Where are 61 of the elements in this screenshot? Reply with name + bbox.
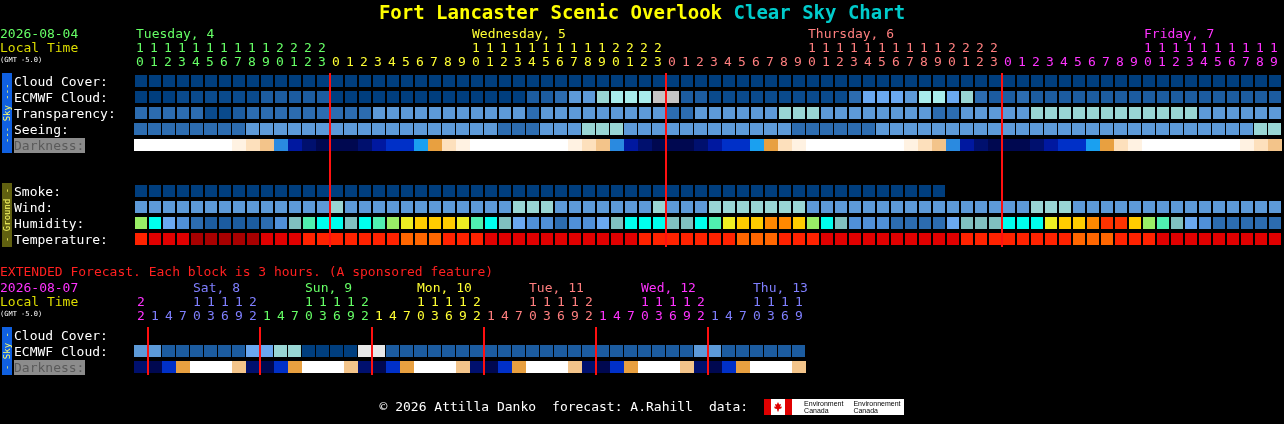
hour-units: 14703692 bbox=[375, 309, 487, 323]
local-time-label: Local Time bbox=[0, 41, 80, 55]
row-label: Smoke: bbox=[14, 183, 61, 199]
hour-tens: 11112 bbox=[305, 295, 375, 309]
sky-sidebar: - Sky - bbox=[2, 327, 12, 375]
row-label: ECMWF Cloud: bbox=[14, 89, 108, 105]
chart-title: Fort Lancaster Scenic Overlook bbox=[378, 1, 723, 23]
row-label: Cloud Cover: bbox=[14, 73, 108, 89]
day-label: Thursday, 6 bbox=[808, 27, 896, 41]
day-label: Sun, 9 bbox=[305, 281, 353, 295]
hour-tens: 1111111111 bbox=[1144, 41, 1284, 55]
chart-subtitle: Clear Sky Chart bbox=[733, 1, 906, 23]
hour-units: 14703692 bbox=[263, 309, 375, 323]
row-label: Transparency: bbox=[14, 105, 116, 121]
hour-tens: 11112 bbox=[529, 295, 599, 309]
midnight-line bbox=[707, 327, 709, 375]
hour-tens: 11111111112222 bbox=[472, 41, 668, 55]
hour-units: 1470369 bbox=[711, 309, 809, 323]
day-label: Wed, 12 bbox=[641, 281, 697, 295]
sky-sidebar: --- Sky --- bbox=[2, 73, 12, 153]
day-label: Wednesday, 5 bbox=[472, 27, 567, 41]
hour-tens: 11112 bbox=[417, 295, 487, 309]
hour-units: 01234567890123456789 bbox=[1004, 55, 1284, 69]
date-label: 2026-08-07 bbox=[0, 281, 80, 295]
day-label: Sat, 8 bbox=[193, 281, 241, 295]
hour-tens: 11111111112222 bbox=[808, 41, 1004, 55]
hour-tens: 11112 bbox=[193, 295, 263, 309]
row-label: Temperature: bbox=[14, 231, 108, 247]
row-label: ECMWF Cloud: bbox=[14, 343, 108, 359]
midnight-line bbox=[147, 327, 149, 375]
ground-sidebar: - Ground - bbox=[2, 183, 12, 247]
midnight-line bbox=[483, 327, 485, 375]
row-label: Wind: bbox=[14, 199, 54, 215]
day-label: Mon, 10 bbox=[417, 281, 473, 295]
copyright-text: © 2026 Attilla Danko bbox=[379, 399, 537, 415]
date-label: 2026-08-04 bbox=[0, 27, 80, 41]
data-credit: data: bbox=[708, 399, 749, 415]
hour-units: 012345678901234567890123 bbox=[668, 55, 1004, 69]
hour-units: 2 bbox=[137, 309, 151, 323]
day-label: Thu, 13 bbox=[753, 281, 809, 295]
hour-tens: 11111111112222 bbox=[136, 41, 332, 55]
hour-tens: 11112 bbox=[641, 295, 711, 309]
local-time-label: Local Time bbox=[0, 295, 80, 309]
day-label: Friday, 7 bbox=[1144, 27, 1216, 41]
hour-tens: 2 bbox=[137, 295, 151, 309]
hour-units: 01234567890123 bbox=[136, 55, 332, 69]
row-label: Cloud Cover: bbox=[14, 327, 108, 343]
extended-notice: EXTENDED Forecast. Each block is 3 hours. (A sponsored feature) bbox=[0, 265, 495, 279]
midnight-line bbox=[595, 327, 597, 375]
hour-units: 012345678901234567890123 bbox=[332, 55, 668, 69]
row-label: Seeing: bbox=[14, 121, 69, 137]
forecast-credit: forecast: A.Rahill bbox=[552, 399, 693, 415]
midnight-line bbox=[371, 327, 373, 375]
midnight-line bbox=[259, 327, 261, 375]
hour-units: 14703692 bbox=[599, 309, 711, 323]
hour-units: 14703692 bbox=[151, 309, 263, 323]
day-label: Tuesday, 4 bbox=[136, 27, 216, 41]
row-label: Humidity: bbox=[14, 215, 85, 231]
hour-tens: 1111 bbox=[753, 295, 809, 309]
hour-units: 14703692 bbox=[487, 309, 599, 323]
day-label: Tue, 11 bbox=[529, 281, 585, 295]
